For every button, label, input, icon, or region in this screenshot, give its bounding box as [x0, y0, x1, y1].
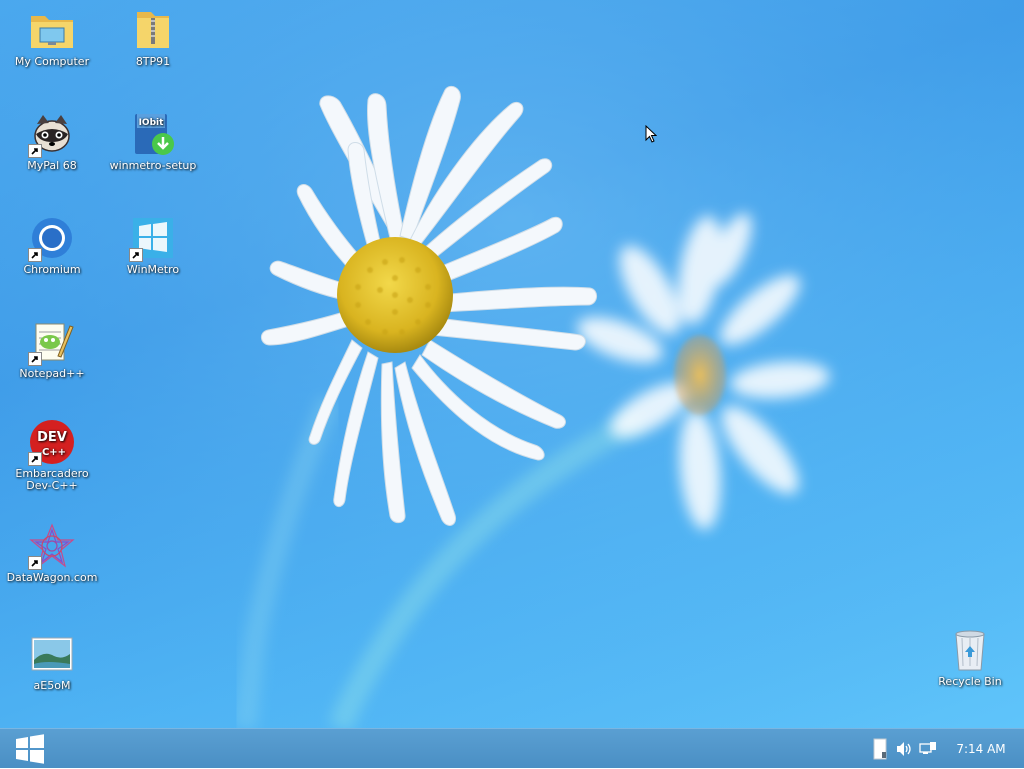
windows-start-icon — [16, 734, 44, 764]
datawagon-icon — [28, 522, 76, 570]
show-desktop-icon[interactable] — [870, 738, 890, 760]
svg-text:IObit: IObit — [139, 118, 165, 128]
desktop-icon-label: My Computer — [14, 55, 90, 68]
desktop-icon-chromium[interactable]: Chromium — [4, 214, 100, 276]
iobit-installer-icon: IObit — [129, 110, 177, 158]
system-tray: 7:14 AM — [868, 729, 1024, 769]
desktop-icon-label: MyPal 68 — [27, 159, 77, 172]
desktop-icon-label: DataWagon.com — [6, 571, 98, 584]
desktop-icon-label: 8TP91 — [135, 55, 171, 68]
mouse-cursor — [645, 125, 657, 143]
folder-computer-icon — [28, 6, 76, 54]
desktop-icon-8tp91[interactable]: 8TP91 — [105, 6, 201, 68]
raccoon-icon — [28, 110, 76, 158]
desktop-icon-dev-cpp[interactable]: DEV C++ Embarcadero Dev-C++ — [4, 418, 100, 492]
desktop-icon-winmetro[interactable]: WinMetro — [105, 214, 201, 276]
desktop-icon-my-pal[interactable]: MyPal 68 — [4, 110, 100, 172]
desktop-icon-label: aE5oM — [33, 679, 71, 692]
start-button[interactable] — [8, 733, 52, 765]
shortcut-arrow-icon — [28, 352, 42, 366]
desktop-icon-label: winmetro-setup — [109, 159, 197, 172]
desktop-icon-label: Notepad++ — [19, 367, 85, 380]
desktop-icon-datawagon[interactable]: DataWagon.com — [4, 522, 100, 584]
desktop-icon-label: Embarcadero Dev-C++ — [15, 467, 89, 492]
shortcut-arrow-icon — [129, 248, 143, 262]
dev-cpp-icon: DEV C++ — [28, 418, 76, 466]
chromium-icon — [28, 214, 76, 262]
svg-text:DEV: DEV — [37, 430, 67, 445]
notepad-plus-plus-icon — [28, 318, 76, 366]
zip-folder-icon — [129, 6, 177, 54]
windows-logo-icon — [129, 214, 177, 262]
shortcut-arrow-icon — [28, 144, 42, 158]
desktop-icon-recycle-bin[interactable]: Recycle Bin — [922, 626, 1018, 688]
desktop-icon-notepad-plus-plus[interactable]: Notepad++ — [4, 318, 100, 380]
taskbar: 7:14 AM — [0, 728, 1024, 768]
desktop-icon-label: Chromium — [23, 263, 81, 276]
shortcut-arrow-icon — [28, 248, 42, 262]
volume-icon[interactable] — [894, 739, 914, 759]
shortcut-arrow-icon — [28, 452, 42, 466]
recycle-bin-icon — [946, 626, 994, 674]
desktop-icon-winmetro-setup[interactable]: IObit winmetro-setup — [105, 110, 201, 172]
network-icon[interactable] — [918, 739, 938, 759]
clock[interactable]: 7:14 AM — [946, 742, 1016, 756]
desktop[interactable]: My Computer MyPal 68 Chromium Notepad++ … — [0, 0, 1024, 728]
desktop-icon-image-file[interactable]: aE5oM — [4, 630, 100, 692]
desktop-icon-my-computer[interactable]: My Computer — [4, 6, 100, 68]
shortcut-arrow-icon — [28, 556, 42, 570]
desktop-icon-label: Recycle Bin — [938, 675, 1002, 688]
desktop-icon-label: WinMetro — [126, 263, 180, 276]
svg-text:C++: C++ — [42, 447, 66, 458]
image-file-icon — [28, 630, 76, 678]
